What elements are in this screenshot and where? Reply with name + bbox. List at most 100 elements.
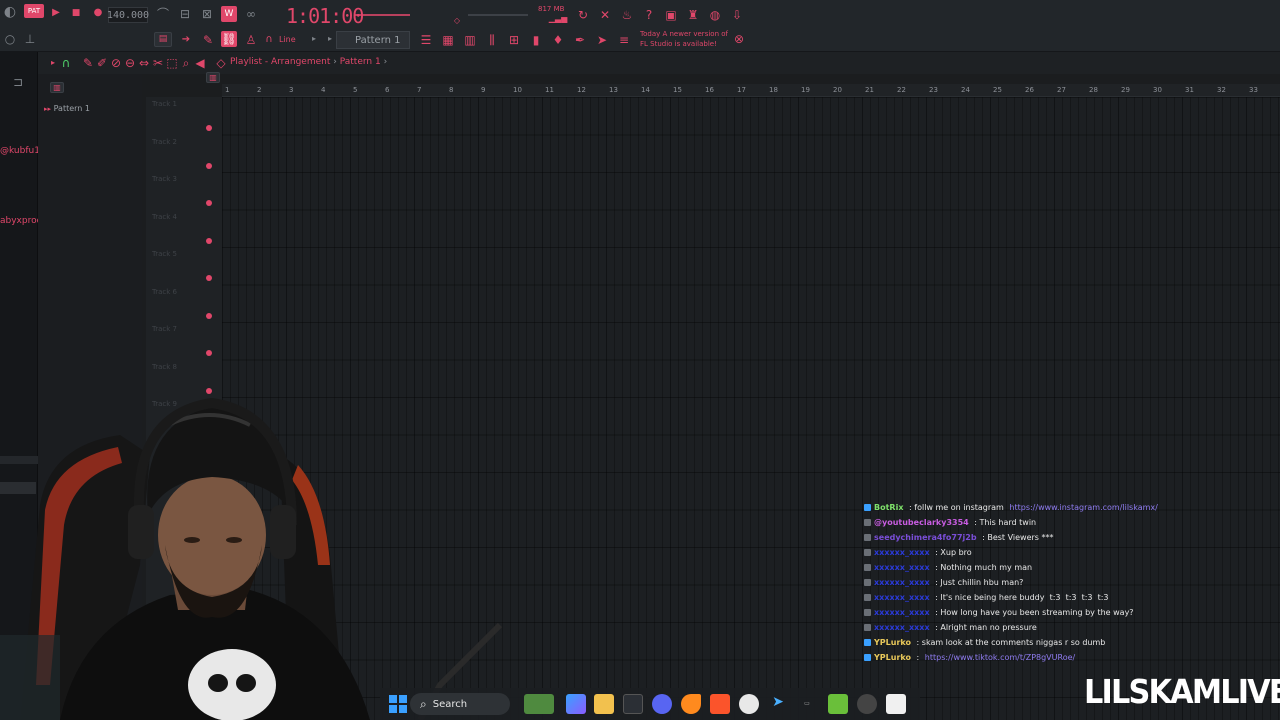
browser-icon[interactable]: ⊞ (506, 32, 522, 47)
save-icon[interactable]: ▣ (664, 8, 678, 22)
song-position-slider[interactable] (354, 14, 410, 16)
track-mute-indicator[interactable] (206, 200, 212, 206)
chevron-right-icon[interactable]: ▸ (326, 34, 334, 44)
track-label[interactable]: Track 1 (152, 100, 177, 108)
paint-tool-icon[interactable]: ✐ (96, 56, 108, 70)
tiktok-icon[interactable] (886, 694, 906, 714)
record-icon[interactable]: ● (92, 6, 104, 20)
stamp-icon[interactable]: ♙ (243, 32, 259, 47)
pencil-icon[interactable]: ✎ (200, 32, 216, 47)
file-explorer-icon[interactable] (594, 694, 614, 714)
track-label[interactable]: Track 8 (152, 363, 177, 371)
download-icon[interactable]: ⇩ (730, 8, 744, 22)
update-notice[interactable]: Today A newer version of FL Studio is av… (640, 29, 740, 49)
app-icon[interactable]: ▭ (797, 694, 817, 714)
capcut-icon[interactable] (857, 694, 877, 714)
close-notice-icon[interactable]: ⊗ (732, 32, 746, 46)
playlist-title-label: Playlist - Arrangement (230, 57, 331, 67)
refresh-icon[interactable]: ↻ (576, 8, 590, 22)
fl-studio-icon[interactable] (681, 694, 701, 714)
mic-icon[interactable]: ♨ (620, 8, 634, 22)
windows-start-icon[interactable] (388, 694, 408, 714)
pattern-list-item[interactable]: ▸▸ Pattern 1 (44, 104, 90, 113)
touch-controller-icon[interactable]: ♦ (550, 32, 566, 47)
slice-tool-icon[interactable]: ✂ (152, 56, 164, 70)
steam-icon[interactable]: ➤ (768, 694, 788, 714)
arrow-right-icon[interactable]: ➔ (178, 32, 194, 47)
piano-roll-icon[interactable]: ▦ (440, 32, 456, 47)
playlist-options-icon[interactable]: ▸ (48, 58, 58, 68)
timeline-ruler[interactable]: 1 2 3 4 5 6 7 8 9 10 11 12 13 14 15 16 17 18 19 20 21 22 23 24 2… (222, 84, 1280, 97)
track-mute-indicator[interactable] (206, 125, 212, 131)
copilot-icon[interactable] (566, 694, 586, 714)
master-pitch-knob[interactable]: ◇ (452, 16, 462, 26)
playback-tool-icon[interactable]: ◀ (194, 56, 206, 70)
taskbar-search[interactable]: ⌕ Search (410, 693, 510, 715)
ruler-number: 21 (865, 86, 874, 94)
chat-badge-icon (864, 549, 871, 556)
chevron-right-icon[interactable]: ▸ (310, 34, 318, 44)
play-icon[interactable]: ▶ (50, 6, 62, 20)
plugin-picker-icon[interactable]: ▮ (528, 32, 544, 47)
chat-icon[interactable]: ◍ (708, 8, 722, 22)
browser-toggle-icon[interactable]: ⊐ (12, 76, 24, 88)
chat-link[interactable]: https://www.tiktok.com/t/ZP8gVURoe/ (925, 650, 1075, 665)
mixer-icon[interactable]: ⫼ (484, 32, 500, 47)
select-tool-icon[interactable]: ⬚ (166, 56, 178, 70)
track-mute-indicator[interactable] (206, 312, 212, 319)
delete-tool-icon[interactable]: ⊘ (110, 56, 122, 70)
minecraft-icon[interactable] (828, 694, 848, 714)
pin-icon[interactable]: ⊥ (24, 33, 36, 45)
channel-rack-icon[interactable]: ▥ (462, 32, 478, 47)
track-mute-indicator[interactable] (206, 275, 212, 281)
magnet-snap-icon[interactable]: ∩ (60, 56, 72, 70)
wrench-icon[interactable]: ✒ (572, 32, 588, 47)
draw-tool-icon[interactable]: ✎ (82, 56, 94, 70)
tempo-tapper-icon[interactable]: ≡ (616, 32, 632, 47)
track-label[interactable]: Track 5 (152, 250, 177, 258)
countdown-icon[interactable]: ⊠ (199, 6, 215, 22)
knob-icon[interactable]: ○ (4, 33, 16, 45)
blend-notes-icon[interactable]: ∞ (243, 6, 259, 22)
track-label[interactable]: Track 4 (152, 213, 177, 221)
help-icon[interactable]: ? (642, 8, 656, 22)
playlist-menu-icon[interactable]: ◇ (214, 56, 228, 70)
link-icon[interactable]: ⛓ (221, 31, 237, 47)
track-mode-2-icon[interactable]: ▥ (50, 82, 64, 93)
fl-menu-icon[interactable]: ◐ (2, 4, 18, 20)
playlist-icon[interactable]: ☰ (418, 32, 434, 47)
metronome-icon[interactable]: ⌒ (155, 6, 171, 22)
obs-icon[interactable] (739, 694, 759, 714)
stop-icon[interactable]: ■ (70, 6, 82, 20)
send-icon[interactable]: ➤ (594, 32, 610, 47)
chat-username: seedychimera4fo77j2b (874, 533, 977, 542)
pat-song-toggle[interactable]: PAT (24, 4, 44, 18)
track-label[interactable]: Track 2 (152, 138, 177, 146)
track-label[interactable]: Track 3 (152, 175, 177, 183)
loop-record-icon[interactable]: W (221, 6, 237, 22)
track-label[interactable]: Track 7 (152, 325, 177, 333)
zoom-tool-icon[interactable]: ⌕ (180, 56, 192, 70)
master-volume-slider[interactable] (468, 14, 528, 16)
track-mute-indicator[interactable] (206, 350, 212, 356)
track-mute-indicator[interactable] (206, 237, 212, 244)
mute-tool-icon[interactable]: ⊖ (124, 56, 136, 70)
tools-icon[interactable]: ✕ (598, 8, 612, 22)
magnet-icon[interactable]: ∩ (263, 34, 275, 46)
track-mode-icon[interactable]: ▥ (206, 72, 220, 83)
wait-input-icon[interactable]: ⊟ (177, 6, 193, 22)
chat-link[interactable]: https://www.instagram.com/lilskamx/ (1009, 500, 1157, 515)
weather-widget-icon[interactable] (524, 694, 554, 714)
pattern-selector[interactable]: Pattern 1 (336, 31, 410, 49)
brave-icon[interactable] (710, 694, 730, 714)
slip-tool-icon[interactable]: ⇔ (138, 56, 150, 70)
store-icon[interactable] (623, 694, 643, 714)
snap-value[interactable]: Line (279, 35, 296, 44)
edit-menu-icon[interactable]: ▤ (154, 32, 172, 47)
discord-icon[interactable] (652, 694, 672, 714)
song-position[interactable]: 1:01:00 (286, 4, 364, 28)
tempo-display[interactable]: 140.000 (107, 7, 149, 23)
track-mute-indicator[interactable] (206, 162, 212, 169)
track-label[interactable]: Track 6 (152, 288, 177, 296)
plugin-icon[interactable]: ♜ (686, 8, 700, 22)
